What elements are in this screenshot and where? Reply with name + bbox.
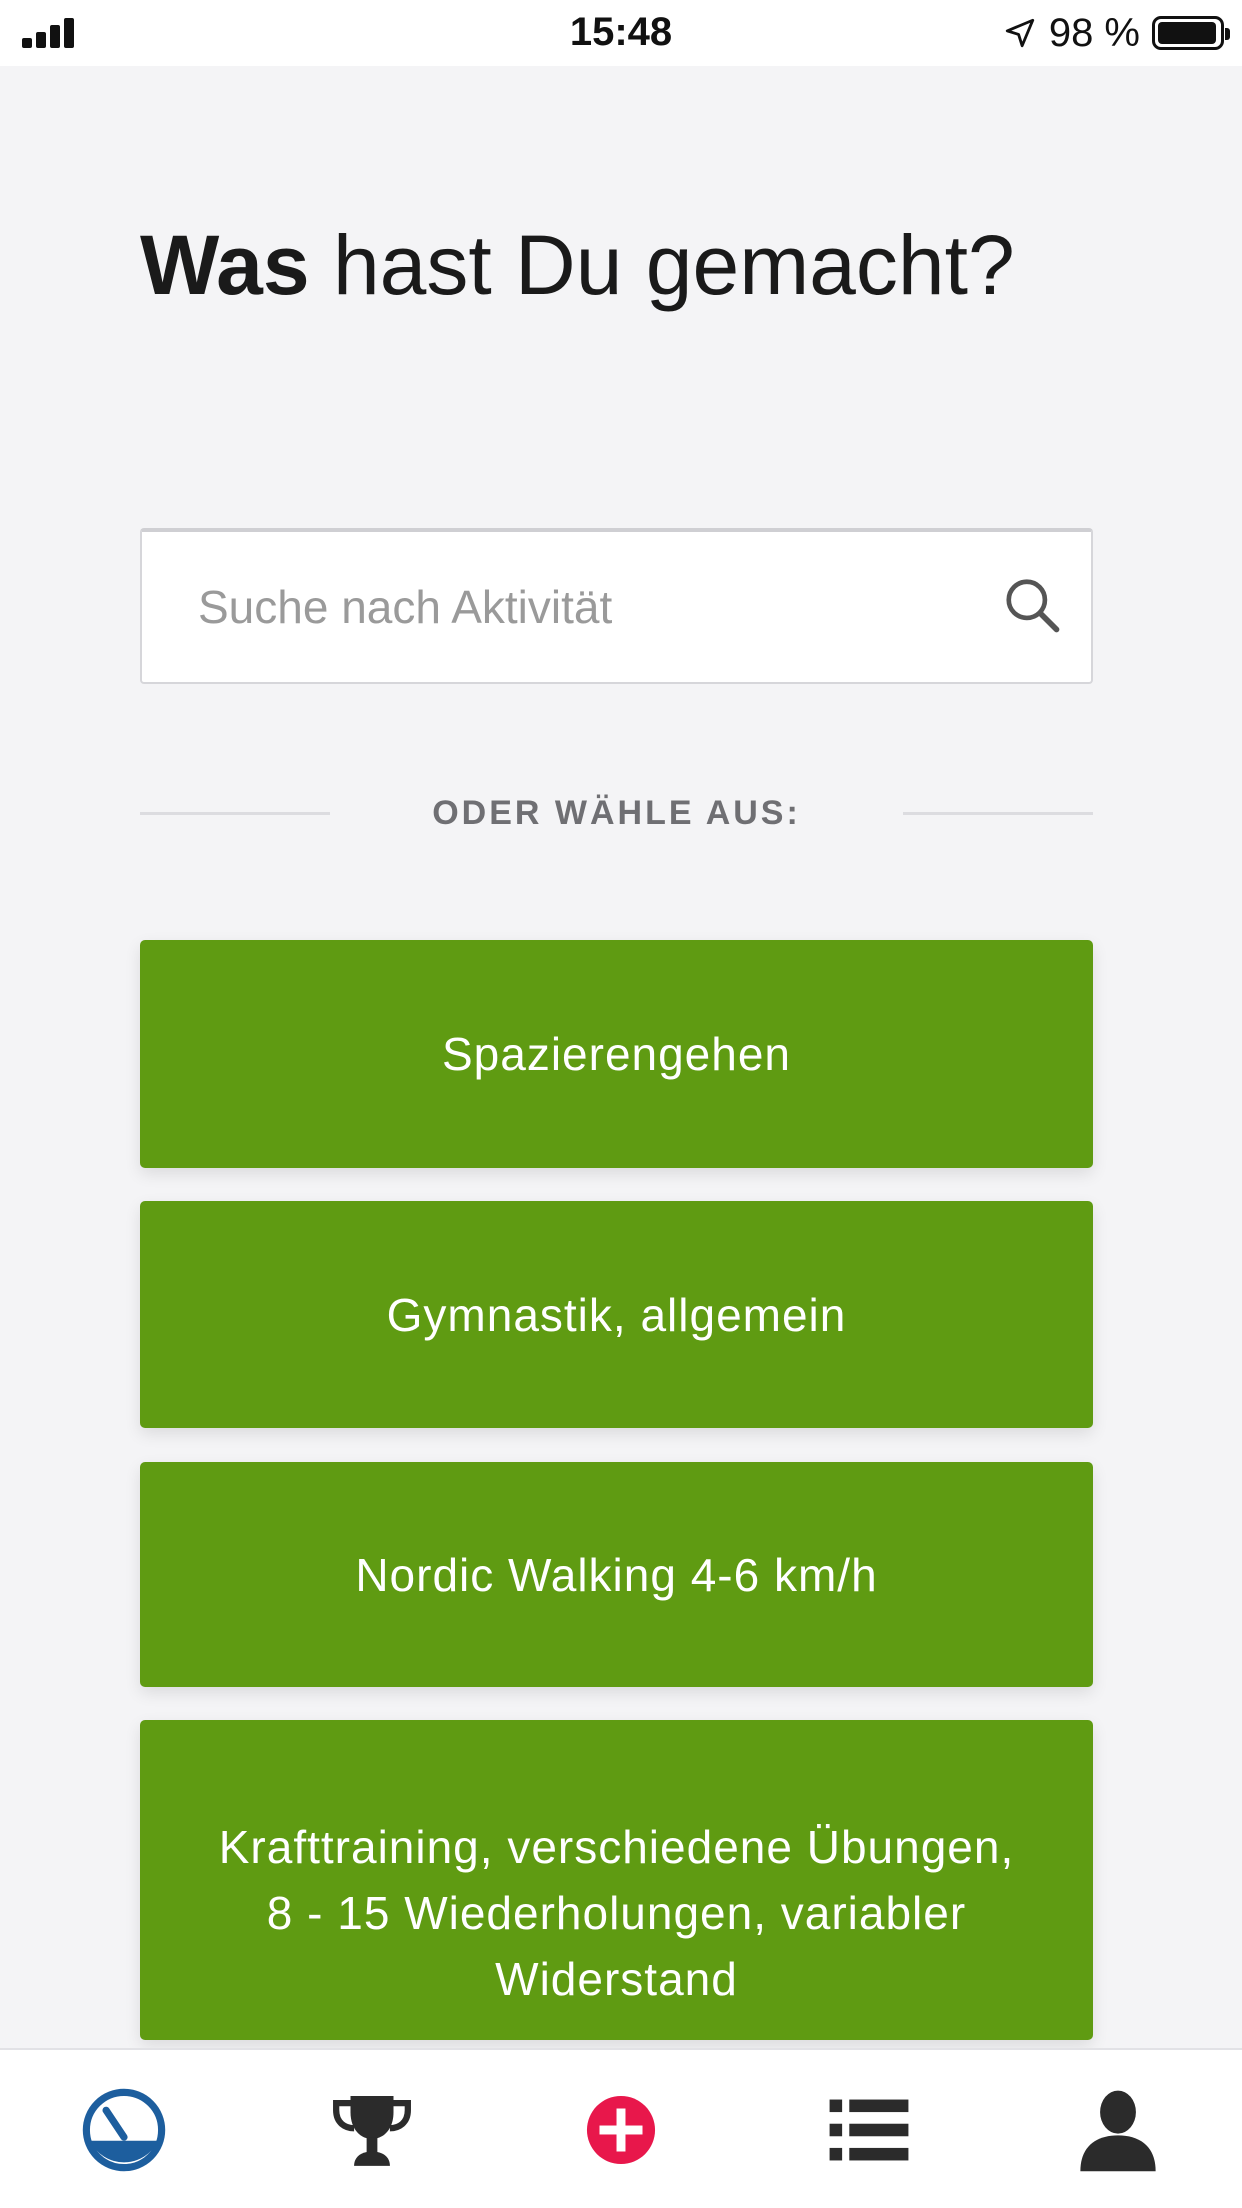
tab-add[interactable] — [497, 2050, 745, 2208]
dashboard-gauge-icon — [82, 2088, 166, 2172]
section-divider: ODER WÄHLE AUS: — [140, 790, 1093, 834]
battery-icon — [1152, 16, 1230, 50]
location-arrow-icon — [1005, 18, 1034, 48]
status-right: 98 % — [1003, 10, 1230, 56]
trophy-icon — [333, 2095, 411, 2166]
tab-profile[interactable] — [994, 2050, 1242, 2208]
activity-label: Gymnastik, allgemein — [386, 1288, 847, 1341]
activity-button[interactable]: Krafttraining, verschiedene Übungen, 8 -… — [140, 1720, 1093, 2040]
tab-dashboard[interactable] — [0, 2050, 248, 2208]
battery-percentage: 98 % — [1048, 10, 1140, 55]
list-icon — [829, 2099, 909, 2161]
add-circle-icon — [586, 2095, 656, 2165]
activity-button[interactable]: Gymnastik, allgemein — [140, 1201, 1093, 1428]
divider-line-right — [903, 812, 1093, 815]
activity-button[interactable]: Nordic Walking 4-6 km/h — [140, 1462, 1093, 1687]
page-title-rest: hast Du gemacht? — [309, 218, 1015, 312]
activity-label: Spazierengehen — [441, 1028, 792, 1080]
tab-trophy[interactable] — [248, 2050, 496, 2208]
activity-label: Nordic Walking 4-6 km/h — [355, 1548, 878, 1601]
page-title-strong: Was — [140, 218, 310, 312]
tab-list[interactable] — [745, 2050, 993, 2208]
activity-label: Krafttraining, verschiedene Übungen, 8 -… — [218, 1821, 1015, 2005]
profile-icon — [1080, 2090, 1156, 2172]
search-input[interactable] — [142, 532, 1091, 682]
activity-button[interactable]: Spazierengehen — [140, 940, 1093, 1168]
search-icon[interactable] — [1001, 574, 1063, 636]
page-title: Was hast Du gemacht? — [140, 204, 1040, 326]
tab-bar — [0, 2048, 1242, 2208]
status-bar: 15:48 98 % — [0, 0, 1242, 66]
search-box — [140, 528, 1093, 684]
